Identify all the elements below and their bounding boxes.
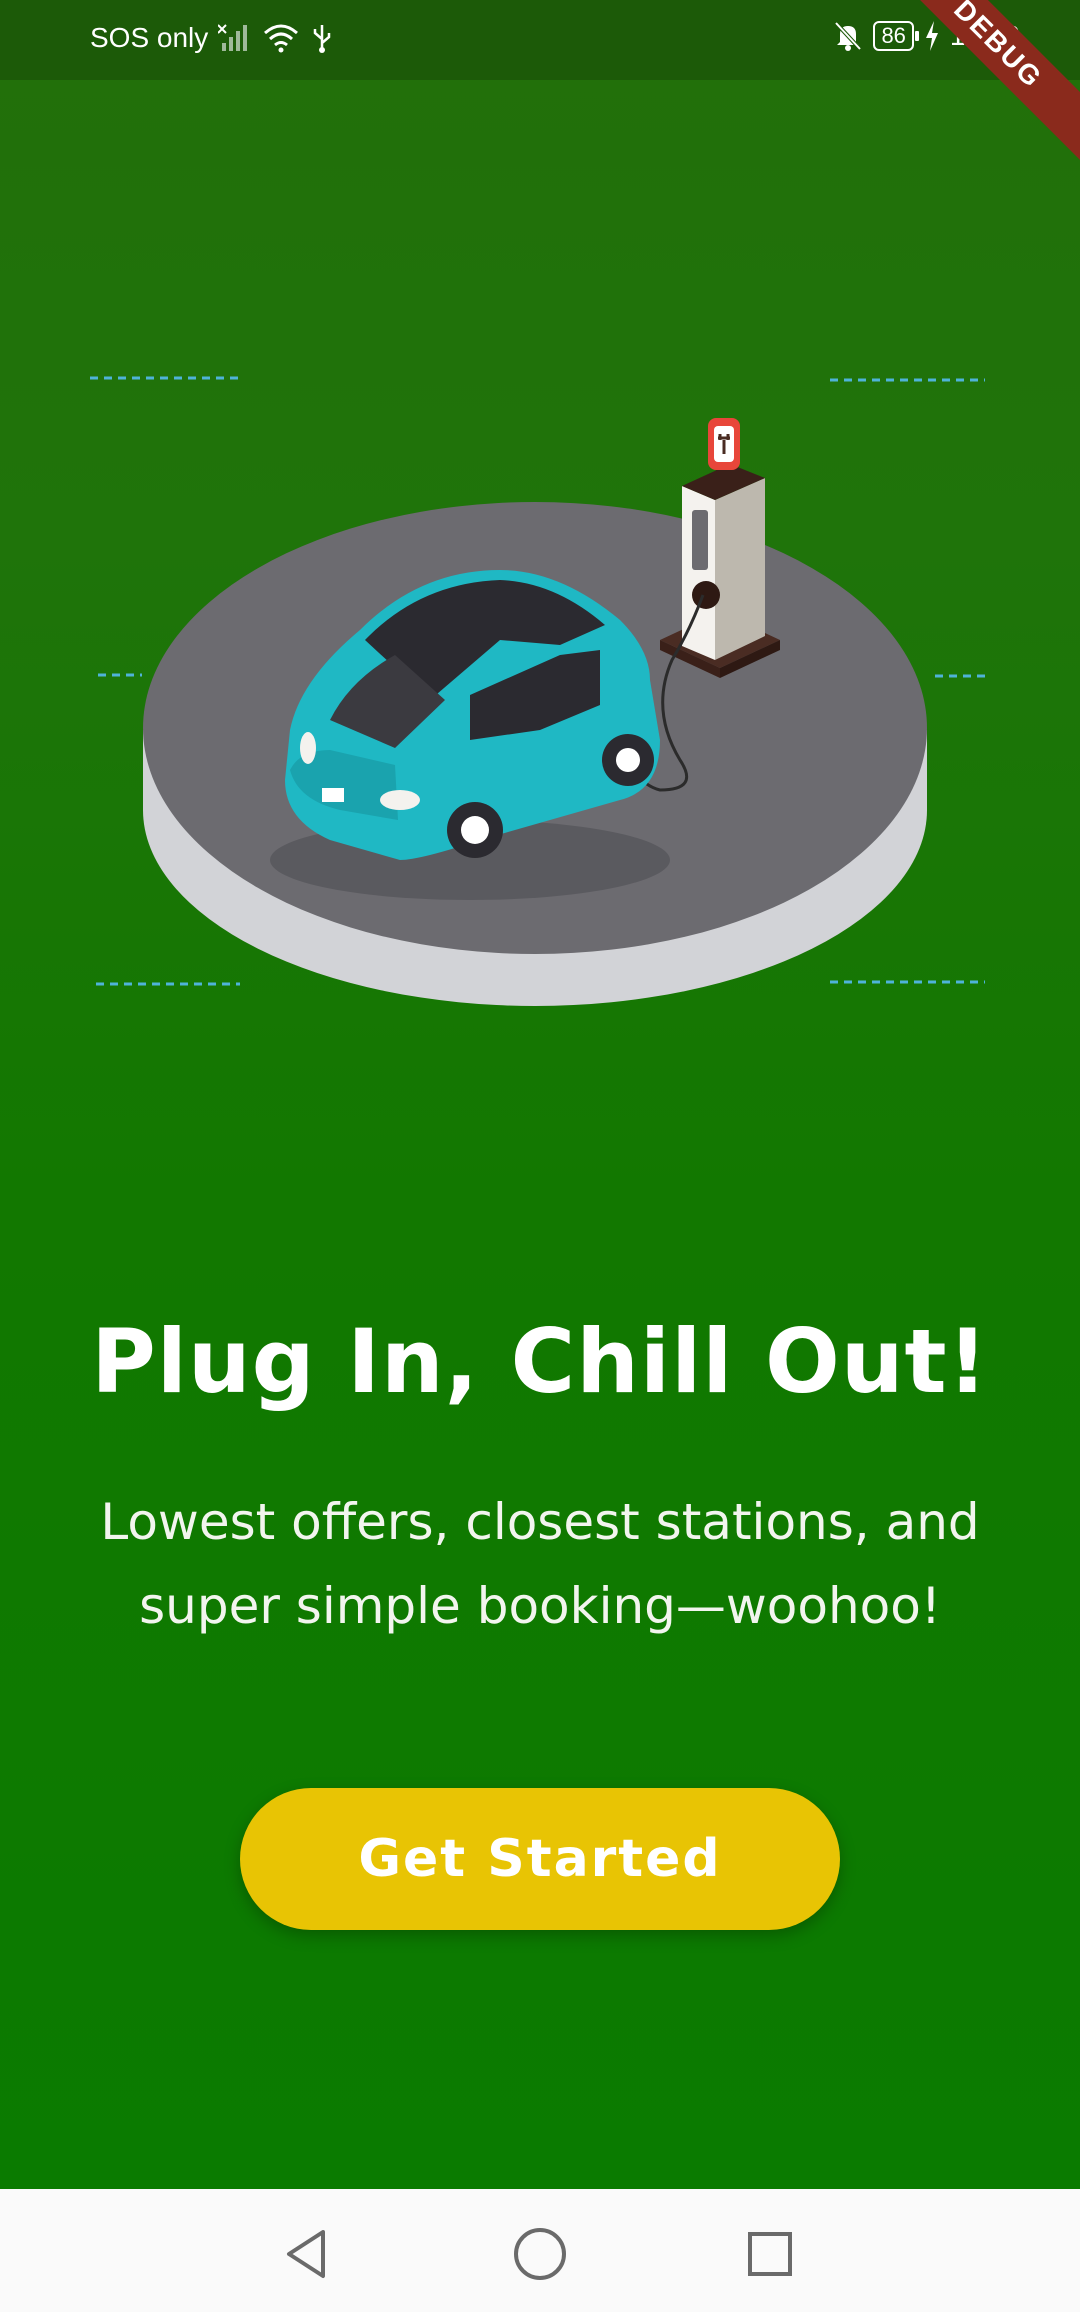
battery-icon: 86 — [873, 21, 920, 51]
ev-charging-illustration — [0, 300, 1080, 1100]
mute-bell-icon — [833, 20, 863, 52]
subtitle-line-2: super simple booking—woohoo! — [139, 1577, 941, 1635]
charging-icon — [924, 21, 940, 51]
recents-icon — [748, 2232, 792, 2276]
back-icon — [287, 2230, 325, 2278]
usb-icon — [310, 23, 334, 53]
wifi-icon — [262, 23, 300, 53]
recents-button[interactable] — [735, 2219, 805, 2289]
status-left: SOS only — [90, 22, 334, 54]
get-started-button[interactable]: Get Started — [240, 1788, 840, 1930]
home-icon — [514, 2228, 566, 2280]
system-nav-bar — [0, 2189, 1080, 2312]
back-button[interactable] — [272, 2219, 342, 2289]
page-title: Plug In, Chill Out! — [91, 1310, 989, 1413]
onboarding-screen: SOS only 86 DEBUG Plug In, Chill Out! Lo… — [0, 0, 1080, 2189]
subtitle-line-1: Lowest offers, closest stations, and — [100, 1493, 980, 1551]
carrier-text: SOS only — [90, 22, 209, 53]
home-button[interactable] — [505, 2219, 575, 2289]
subtitle-text: Lowest offers, closest stations, and sup… — [60, 1480, 1020, 1648]
battery-level: 86 — [881, 23, 906, 48]
status-bar: SOS only 86 — [0, 0, 1080, 80]
no-signal-icon — [218, 23, 252, 53]
